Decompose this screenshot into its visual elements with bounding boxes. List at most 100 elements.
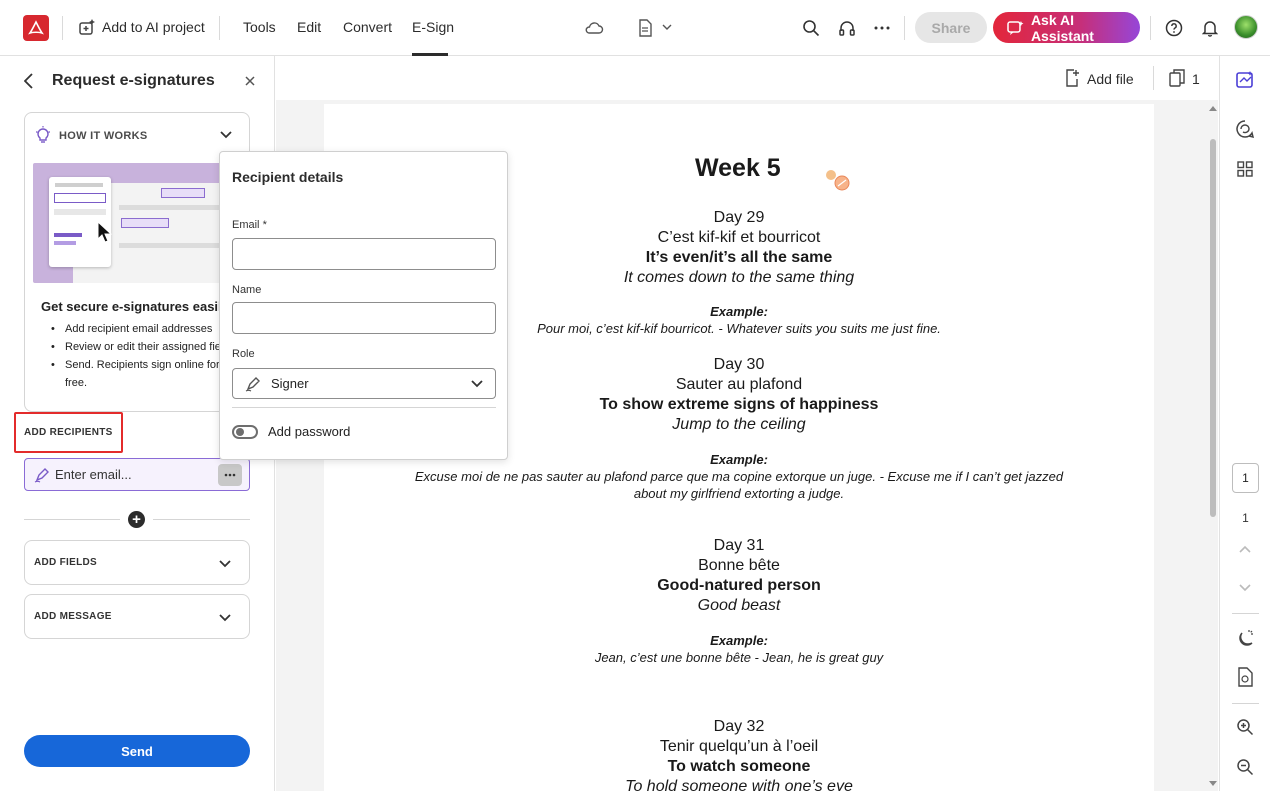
example-text: Excuse moi de ne pas sauter au plafond p… [414, 469, 1064, 484]
example-text: Jean, c’est une bonne bête - Jean, he is… [594, 650, 884, 665]
add-recipient-button[interactable]: + [128, 511, 145, 528]
recipient-more-button[interactable] [218, 464, 242, 486]
name-field-label: Name [232, 284, 262, 296]
chevron-down-icon[interactable] [660, 20, 674, 34]
more-icon[interactable] [871, 17, 893, 39]
menu-convert[interactable]: Convert [343, 19, 392, 35]
name-field[interactable] [232, 302, 496, 334]
headphones-icon[interactable] [836, 17, 858, 39]
how-it-works-card: HOW IT WORKS Get secure e-signatures eas… [24, 112, 250, 412]
decorative-sticker-icon [826, 170, 850, 191]
close-icon[interactable] [242, 73, 258, 89]
role-select[interactable]: Signer [232, 368, 496, 399]
divider [153, 519, 250, 520]
menu-tools[interactable]: Tools [243, 19, 276, 35]
toolbar-divider [62, 16, 63, 40]
role-field-label: Role [232, 348, 255, 360]
ai-assistant-icon [1007, 20, 1024, 35]
scrollbar-thumb[interactable] [1210, 139, 1216, 517]
divider [24, 519, 120, 520]
add-password-label: Add password [268, 424, 351, 439]
recipient-details-popup: Recipient details Email * Name Role Sign… [219, 151, 508, 460]
top-bar: Add to AI project Tools Edit Convert E-S… [0, 0, 1270, 56]
add-file-icon[interactable] [1062, 68, 1082, 88]
day-heading: Day 32 [713, 718, 765, 735]
cursor-icon [97, 221, 113, 243]
day-heading: Day 31 [713, 537, 765, 554]
chevron-down-icon [219, 609, 231, 627]
add-message-section[interactable]: ADD MESSAGE [24, 594, 250, 639]
how-it-works-label: HOW IT WORKS [59, 130, 148, 142]
ask-ai-assistant-button[interactable]: Ask AI Assistant [993, 11, 1140, 44]
total-pages: 1 [1242, 511, 1249, 525]
email-field-label: Email * [232, 219, 267, 231]
literal-translation: Good beast [697, 597, 781, 614]
how-it-works-illustration [33, 163, 243, 283]
menu-edit[interactable]: Edit [297, 19, 321, 35]
add-fields-label: ADD FIELDS [34, 557, 97, 568]
avatar[interactable] [1234, 15, 1258, 39]
role-value: Signer [271, 376, 309, 391]
more-icon [224, 473, 236, 477]
chevron-down-icon[interactable] [218, 127, 234, 143]
document-icon[interactable] [634, 17, 656, 39]
scroll-up-icon[interactable] [1209, 105, 1217, 111]
toolbar-divider [1150, 16, 1151, 40]
acrobat-logo-icon[interactable] [23, 15, 49, 41]
document-toolbar: Add file 1 [276, 56, 1218, 100]
toolbar-divider [219, 16, 220, 40]
page-count: 1 [1192, 71, 1200, 87]
toolbar-divider [1153, 66, 1154, 90]
grid-icon[interactable] [1234, 158, 1256, 180]
help-icon[interactable] [1163, 17, 1185, 39]
chevron-down-icon [219, 555, 231, 573]
add-fields-section[interactable]: ADD FIELDS [24, 540, 250, 585]
lightbulb-icon [34, 126, 52, 144]
english-meaning: To watch someone [667, 758, 811, 775]
example-text: about my girlfriend extorting a judge. [633, 486, 845, 501]
add-message-label: ADD MESSAGE [34, 611, 112, 622]
edit-pdf-icon[interactable] [1234, 69, 1256, 91]
add-file-button[interactable]: Add file [1087, 71, 1134, 87]
document-scrollbar[interactable] [1208, 103, 1218, 791]
pages-icon[interactable] [1168, 68, 1188, 88]
french-phrase: Bonne bête [698, 557, 780, 574]
back-arrow-icon[interactable] [20, 71, 38, 91]
recipient-email-input[interactable]: Enter email... [24, 458, 250, 491]
popup-title: Recipient details [232, 169, 344, 185]
menu-esign[interactable]: E-Sign [412, 19, 454, 35]
current-page-input[interactable]: 1 [1232, 463, 1259, 493]
cloud-icon[interactable] [583, 17, 605, 39]
divider [1232, 613, 1259, 614]
divider [232, 407, 496, 408]
divider [1232, 703, 1259, 704]
page-settings-icon[interactable] [1234, 666, 1256, 688]
chevron-down-icon[interactable] [1234, 577, 1256, 599]
chevron-up-icon[interactable] [1234, 538, 1256, 560]
french-phrase: Tenir quelqu’un à l’oeil [659, 738, 819, 755]
comment-icon[interactable] [1234, 118, 1256, 140]
how-it-works-heading: Get secure e-signatures easily [41, 299, 229, 314]
chevron-down-icon [471, 380, 483, 388]
zoom-in-icon[interactable] [1234, 716, 1256, 738]
email-placeholder: Enter email... [55, 467, 132, 482]
night-mode-icon[interactable] [1234, 627, 1256, 649]
zoom-out-icon[interactable] [1234, 756, 1256, 778]
right-tool-rail: 1 1 [1219, 56, 1270, 791]
email-field[interactable] [232, 238, 496, 270]
scroll-down-icon[interactable] [1209, 781, 1217, 787]
ai-assistant-label: Ask AI Assistant [1030, 11, 1094, 44]
list-item: Send. Recipients sign online for free. [49, 356, 229, 392]
highlight-box [14, 412, 123, 453]
send-button[interactable]: Send [24, 735, 250, 767]
add-to-ai-project-button[interactable]: Add to AI project [102, 19, 205, 35]
panel-title: Request e-signatures [52, 72, 215, 89]
ai-project-icon[interactable] [76, 16, 98, 38]
signature-pen-icon [245, 377, 260, 392]
share-button[interactable]: Share [915, 12, 987, 43]
literal-translation: To hold someone with one’s eye [625, 778, 853, 791]
toolbar-divider [904, 16, 905, 40]
bell-icon[interactable] [1199, 17, 1221, 39]
search-icon[interactable] [800, 17, 822, 39]
add-password-toggle[interactable] [232, 425, 258, 439]
